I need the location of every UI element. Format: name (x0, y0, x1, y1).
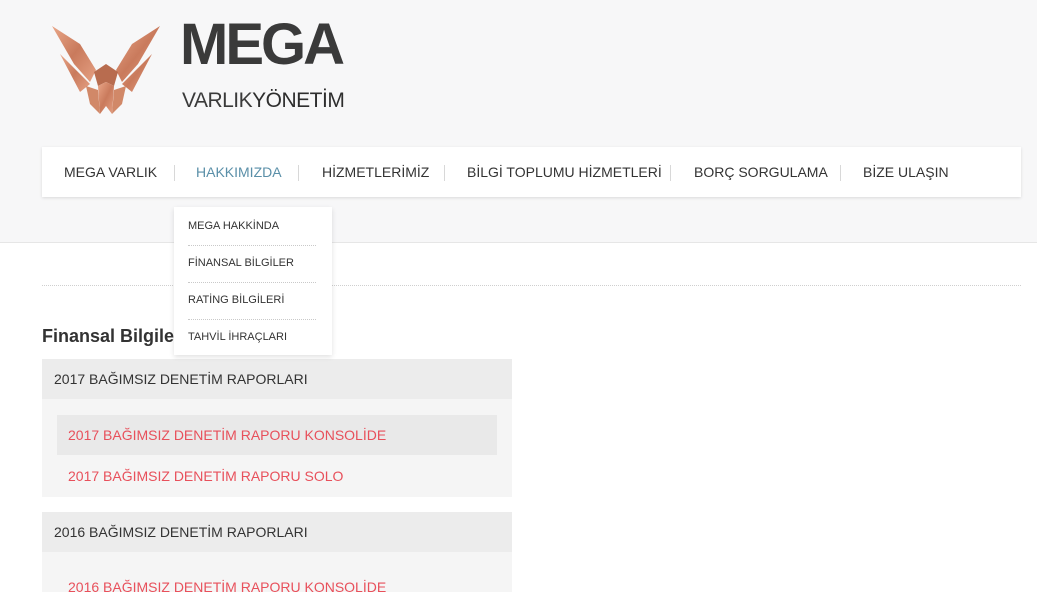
logo-tagline: VARLIKYÖNETİM (182, 89, 345, 112)
nav-hizmetlerimiz[interactable]: HİZMETLERİMİZ (322, 147, 429, 197)
nav-separator (174, 165, 175, 181)
logo-tagline-part1: VARLIK (182, 89, 253, 112)
report-link-2017-konsolide[interactable]: 2017 BAĞIMSIZ DENETİM RAPORU KONSOLİDE (57, 415, 497, 455)
nav-separator (298, 165, 299, 181)
nav-separator (444, 165, 445, 181)
dropdown-item-finansal-bilgiler[interactable]: FİNANSAL BİLGİLER (188, 245, 316, 282)
panel-heading-2016[interactable]: 2016 BAĞIMSIZ DENETİM RAPORLARI (42, 512, 512, 552)
logo-wordmark: MEGA (180, 12, 345, 77)
dropdown-item-rating-bilgileri[interactable]: RATİNG BİLGİLERİ (188, 282, 316, 319)
report-link-2017-solo[interactable]: 2017 BAĞIMSIZ DENETİM RAPORU SOLO (57, 456, 497, 496)
nav-bilgi-toplumu-hizmetleri[interactable]: BİLGİ TOPLUMU HİZMETLERİ (467, 147, 662, 197)
nav-separator (840, 165, 841, 181)
report-link-2016-konsolide[interactable]: 2016 BAĞIMSIZ DENETİM RAPORU KONSOLİDE (57, 567, 497, 607)
site-logo[interactable]: MEGA VARLIKYÖNETİM (50, 16, 370, 120)
nav-borc-sorgulama[interactable]: BORÇ SORGULAMA (694, 147, 828, 197)
main-navigation: MEGA VARLIK HAKKIMIZDA HİZMETLERİMİZ BİL… (42, 147, 1021, 197)
panel-heading-2017[interactable]: 2017 BAĞIMSIZ DENETİM RAPORLARI (42, 359, 512, 399)
nav-separator (670, 165, 671, 181)
nav-mega-varlik[interactable]: MEGA VARLIK (64, 147, 157, 197)
dropdown-item-mega-hakkinda[interactable]: MEGA HAKKİNDA (188, 208, 316, 245)
nav-hakkimizda[interactable]: HAKKIMIZDA (196, 147, 282, 197)
eagle-logo-icon (52, 26, 160, 114)
nav-bize-ulasin[interactable]: BİZE ULAŞIN (863, 147, 949, 197)
page-title: Finansal Bilgiler (42, 326, 182, 346)
dropdown-item-tahvil-ihraclari[interactable]: TAHVİL İHRAÇLARI (188, 319, 316, 356)
hakkimizda-dropdown-menu: MEGA HAKKİNDA FİNANSAL BİLGİLER RATİNG B… (174, 207, 332, 355)
logo-tagline-part2: YÖNETİM (252, 89, 345, 112)
